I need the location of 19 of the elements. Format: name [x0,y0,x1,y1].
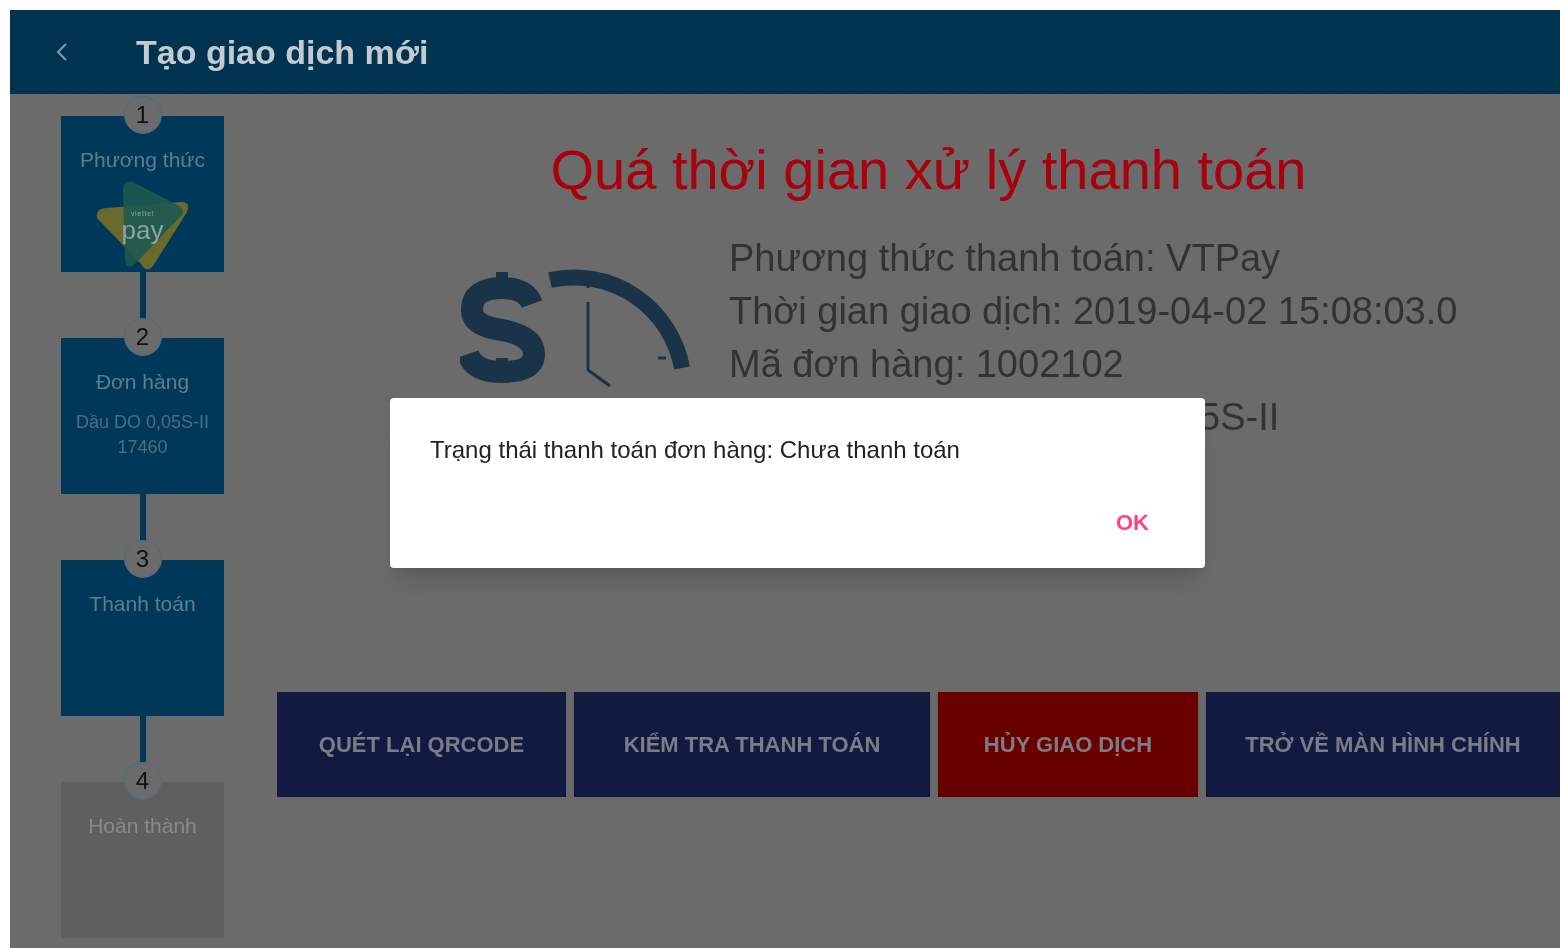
header-title: Tạo giao dịch mới [136,31,429,73]
step-label: Thanh toán [89,591,196,617]
result-title: Quá thời gian xử lý thanh toán [549,137,1308,203]
info-line: Phương thức thanh toán: VTPay [729,236,1281,281]
action-button[interactable]: HỦY GIAO DỊCH [938,692,1198,797]
step-label: Phương thức [80,147,205,173]
step-label: Đơn hàng [95,369,190,395]
step-number: 4 [123,762,162,800]
step-detail: Dầu DO 0,05S-II 17460 [75,410,210,459]
step-number: 2 [123,318,162,356]
dialog-message: Trạng thái thanh toán đơn hàng: Chưa thanh toán [430,435,961,465]
ok-button[interactable]: OK [1116,506,1149,539]
step-number: 1 [123,96,162,134]
info-line: Thời gian giao dịch: 2019-04-02 15:08:03.0 [729,289,1458,334]
action-button[interactable]: QUÉT LẠI QRCODE [277,692,566,797]
action-button[interactable]: TRỞ VỀ MÀN HÌNH CHÍNH [1206,692,1560,797]
step-number: 3 [123,540,162,578]
action-button[interactable]: KIỂM TRA THANH TOÁN [574,692,930,797]
info-line: Mã đơn hàng: 1002102 [729,342,1124,387]
